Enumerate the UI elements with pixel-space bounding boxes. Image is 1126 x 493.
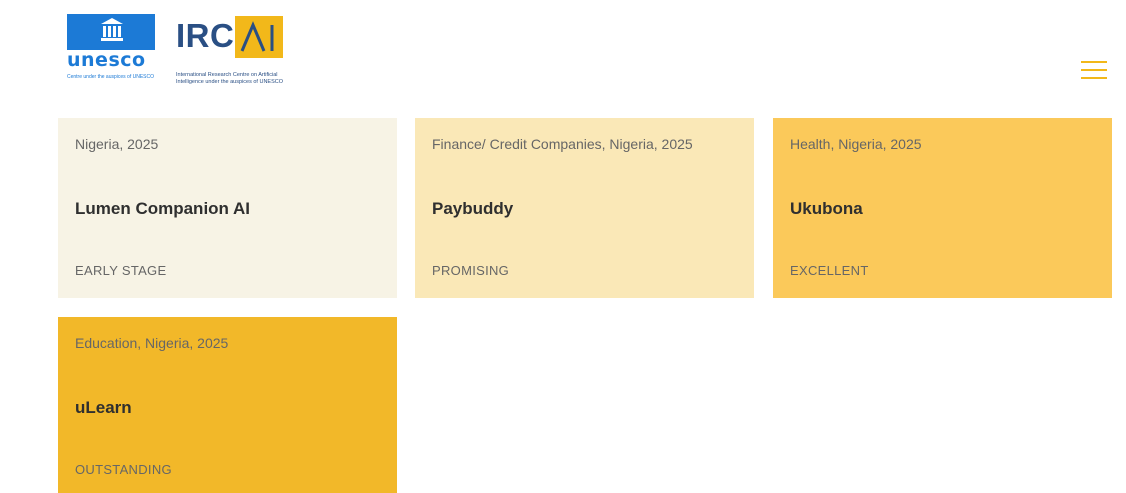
card-title[interactable]: uLearn — [75, 398, 132, 418]
card-rating: EARLY STAGE — [75, 263, 167, 278]
card-title[interactable]: Paybuddy — [432, 199, 513, 219]
card-title[interactable]: Lumen Companion AI — [75, 199, 250, 219]
ai-mark — [235, 16, 283, 58]
card-rating: OUTSTANDING — [75, 462, 172, 477]
project-card-ulearn[interactable]: Education, Nigeria, 2025 uLearn OUTSTAND… — [58, 317, 397, 493]
card-meta: Finance/ Credit Companies, Nigeria, 2025 — [432, 136, 693, 152]
hamburger-menu-icon[interactable] — [1081, 61, 1107, 79]
project-card-ukubona[interactable]: Health, Nigeria, 2025 Ukubona EXCELLENT — [773, 118, 1112, 298]
card-meta: Education, Nigeria, 2025 — [75, 335, 229, 351]
card-rating: PROMISING — [432, 263, 510, 278]
unesco-temple-icon — [67, 14, 155, 50]
irc-wordmark: IRC — [176, 17, 235, 54]
ircai-logo[interactable]: IRC International Research Centre on Art… — [176, 14, 296, 104]
unesco-subline: Centre under the auspices of UNESCO — [67, 74, 154, 80]
unesco-wordmark: unesco — [67, 49, 146, 71]
project-card-lumen[interactable]: Nigeria, 2025 Lumen Companion AI EARLY S… — [58, 118, 397, 298]
site-header: unesco Centre under the auspices of UNES… — [0, 0, 1126, 110]
card-rating: EXCELLENT — [790, 263, 869, 278]
project-card-paybuddy[interactable]: Finance/ Credit Companies, Nigeria, 2025… — [415, 118, 754, 298]
card-meta: Nigeria, 2025 — [75, 136, 159, 152]
card-title[interactable]: Ukubona — [790, 199, 863, 219]
card-meta: Health, Nigeria, 2025 — [790, 136, 922, 152]
ircai-subline: International Research Centre on Artific… — [176, 72, 284, 85]
unesco-logo[interactable]: unesco Centre under the auspices of UNES… — [67, 14, 155, 96]
ai-mark-icon — [240, 21, 274, 52]
